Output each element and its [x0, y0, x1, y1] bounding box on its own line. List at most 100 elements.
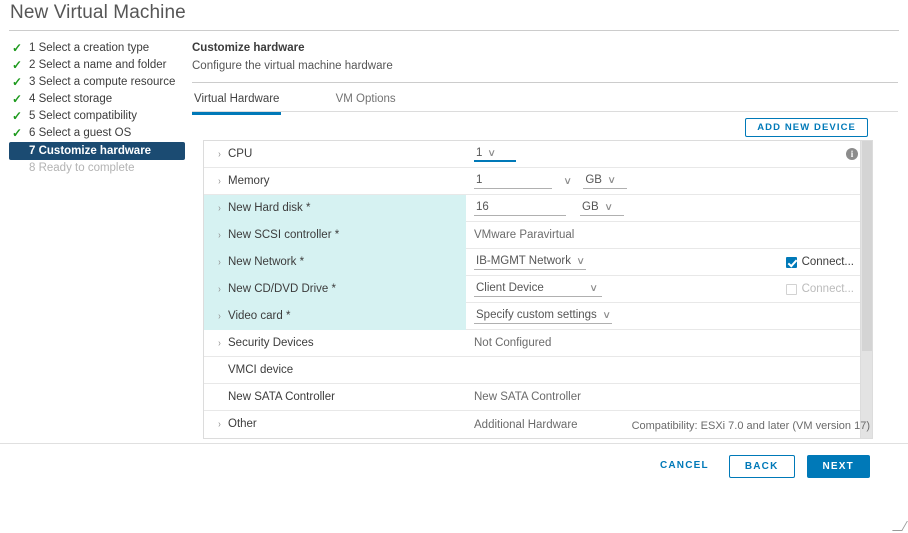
connect-checkbox[interactable] — [785, 256, 797, 268]
hardware-row[interactable]: › Memory 1 ∨ GB ∨ — [204, 168, 872, 195]
chevron-down-icon[interactable]: ∨ — [602, 308, 611, 323]
connect-checkbox-group[interactable]: Connect... — [785, 256, 854, 268]
hardware-row-value-cell: Specify custom settings ∨ — [466, 303, 872, 330]
step-complete-check-icon: ✓ — [12, 92, 23, 106]
hardware-row-label-cell: › Other — [204, 411, 466, 438]
hardware-row-label: Memory — [228, 174, 270, 187]
chevron-right-icon[interactable]: › — [218, 222, 227, 249]
wizard-step-5[interactable]: ✓ 5 Select compatibility — [9, 108, 185, 125]
wizard-step-label: 8 Ready to complete — [29, 162, 135, 174]
hardware-row-label: New CD/DVD Drive * — [228, 282, 336, 295]
tab-bar-underline — [192, 111, 898, 112]
wizard-step-label: 7 Customize hardware — [29, 145, 152, 157]
unit-selected-value: GB — [582, 201, 599, 213]
chevron-down-icon[interactable]: ∨ — [607, 173, 616, 188]
hardware-value-number-input[interactable]: 1 — [474, 173, 552, 189]
wizard-step-4[interactable]: ✓ 4 Select storage — [9, 91, 185, 108]
connect-checkbox-label: Connect... — [801, 283, 854, 295]
hardware-row[interactable]: › Video card * Specify custom settings ∨ — [204, 302, 872, 330]
wizard-step-label: 2 Select a name and folder — [29, 59, 167, 71]
hardware-row[interactable]: ›New SATA ControllerNew SATA Controller — [204, 384, 872, 411]
dropdown-selected-value: IB-MGMT Network — [476, 255, 571, 267]
hardware-row[interactable]: › New CD/DVD Drive * Client Device ∨ Connect… — [204, 275, 872, 303]
chevron-down-icon[interactable]: ∨ — [589, 281, 598, 296]
hardware-row-label-cell: › Video card * — [204, 302, 466, 330]
hardware-table: › CPU 1 ∨ i › Memory 1 ∨ GB ∨ › New Hard disk * 16 GB ∨… — [203, 140, 873, 439]
hardware-row-label: Video card * — [228, 309, 291, 322]
wizard-step-7[interactable]: 7 Customize hardware — [9, 142, 185, 160]
footer-divider — [0, 443, 908, 444]
hardware-row[interactable]: ›VMCI device — [204, 357, 872, 384]
wizard-step-1[interactable]: ✓ 1 Select a creation type — [9, 40, 185, 57]
hardware-row-label-cell: › CPU — [204, 141, 466, 168]
step-complete-check-icon: ✓ — [12, 109, 23, 123]
chevron-down-icon[interactable]: ∨ — [563, 176, 572, 187]
panel-divider — [192, 82, 898, 83]
cancel-button[interactable]: CANCEL — [652, 455, 717, 478]
tab-bar: Virtual Hardware VM Options — [192, 90, 898, 115]
hardware-row-value-text: VMware Paravirtual — [474, 229, 575, 241]
hardware-value-dropdown[interactable]: Client Device ∨ — [474, 281, 602, 297]
hardware-row-label-cell: › New CD/DVD Drive * — [204, 275, 466, 303]
hardware-value-dropdown[interactable]: 1 ∨ — [474, 146, 516, 162]
hardware-table-scrollbar[interactable] — [860, 141, 872, 438]
chevron-right-icon[interactable]: › — [218, 303, 227, 330]
hardware-value-unit-dropdown[interactable]: GB ∨ — [580, 200, 624, 216]
chevron-down-icon[interactable]: ∨ — [604, 200, 613, 215]
back-button[interactable]: BACK — [728, 455, 795, 478]
dropdown-selected-value: 1 — [476, 147, 483, 159]
hardware-row-value-cell: Not Configured — [466, 330, 872, 357]
hardware-row-value-text: Not Configured — [474, 337, 552, 349]
hardware-row-value-cell: Client Device ∨ Connect... — [466, 276, 872, 303]
hardware-row-label: Security Devices — [228, 336, 314, 349]
chevron-right-icon[interactable]: › — [218, 276, 227, 303]
hardware-row-label: New SCSI controller * — [228, 228, 340, 241]
chevron-right-icon[interactable]: › — [218, 168, 227, 195]
next-button[interactable]: NEXT — [806, 455, 870, 478]
scrollbar-thumb[interactable] — [862, 141, 872, 351]
hardware-row[interactable]: › New Network * IB-MGMT Network ∨ Connect... — [204, 248, 872, 276]
chevron-down-icon[interactable]: ∨ — [576, 254, 585, 269]
hardware-row-value-text: Additional Hardware — [474, 418, 578, 431]
step-complete-check-icon: ✓ — [12, 41, 23, 55]
hardware-row-value-cell: IB-MGMT Network ∨ Connect... — [466, 249, 872, 276]
hardware-row-value-cell — [466, 357, 872, 384]
chevron-down-icon[interactable]: ∨ — [488, 146, 497, 161]
hardware-row-value-cell: 1 ∨ GB ∨ — [466, 168, 872, 195]
tab-vm-options[interactable]: VM Options — [334, 90, 398, 112]
hardware-row[interactable]: › New Hard disk * 16 GB ∨ — [204, 194, 872, 222]
connect-checkbox — [785, 283, 797, 295]
wizard-step-label: 5 Select compatibility — [29, 110, 138, 122]
hardware-row-value-cell: 1 ∨ i — [466, 141, 872, 168]
spacer-icon: › — [218, 384, 227, 411]
chevron-right-icon[interactable]: › — [218, 249, 227, 276]
wizard-step-6[interactable]: ✓ 6 Select a guest OS — [9, 125, 185, 142]
hardware-row-label-cell: › Memory — [204, 168, 466, 195]
wizard-button-row: CANCEL BACK NEXT — [640, 455, 870, 478]
chevron-right-icon[interactable]: › — [218, 195, 227, 222]
hardware-row-label-cell: ›New SATA Controller — [204, 384, 466, 411]
wizard-step-8[interactable]: 8 Ready to complete — [9, 160, 185, 177]
hardware-value-dropdown[interactable]: Specify custom settings ∨ — [474, 308, 613, 324]
chevron-right-icon[interactable]: › — [218, 411, 227, 438]
chevron-right-icon[interactable]: › — [218, 141, 227, 168]
wizard-step-label: 3 Select a compute resource — [29, 76, 176, 88]
hardware-row[interactable]: › New SCSI controller * VMware Paravirtual — [204, 221, 872, 249]
hardware-value-number-input[interactable]: 16 — [474, 200, 566, 216]
hardware-row[interactable]: › CPU 1 ∨ i — [204, 141, 872, 168]
connect-checkbox-group[interactable]: Connect... — [785, 283, 854, 295]
chevron-right-icon[interactable]: › — [218, 330, 227, 357]
connect-checkbox-label: Connect... — [801, 256, 854, 268]
wizard-step-3[interactable]: ✓ 3 Select a compute resource — [9, 74, 185, 91]
hardware-value-unit-dropdown[interactable]: GB ∨ — [583, 173, 628, 189]
wizard-step-2[interactable]: ✓ 2 Select a name and folder — [9, 57, 185, 74]
step-complete-check-icon: ✓ — [12, 75, 23, 89]
hardware-row[interactable]: › Security Devices Not Configured — [204, 330, 872, 357]
info-icon[interactable]: i — [846, 148, 858, 160]
dropdown-selected-value: Client Device — [476, 282, 544, 294]
resize-handle[interactable] — [895, 521, 905, 531]
hardware-value-dropdown[interactable]: IB-MGMT Network ∨ — [474, 254, 587, 270]
step-complete-check-icon: ✓ — [12, 126, 23, 140]
add-new-device-button[interactable]: ADD NEW DEVICE — [745, 118, 868, 137]
unit-selected-value: GB — [585, 174, 602, 186]
